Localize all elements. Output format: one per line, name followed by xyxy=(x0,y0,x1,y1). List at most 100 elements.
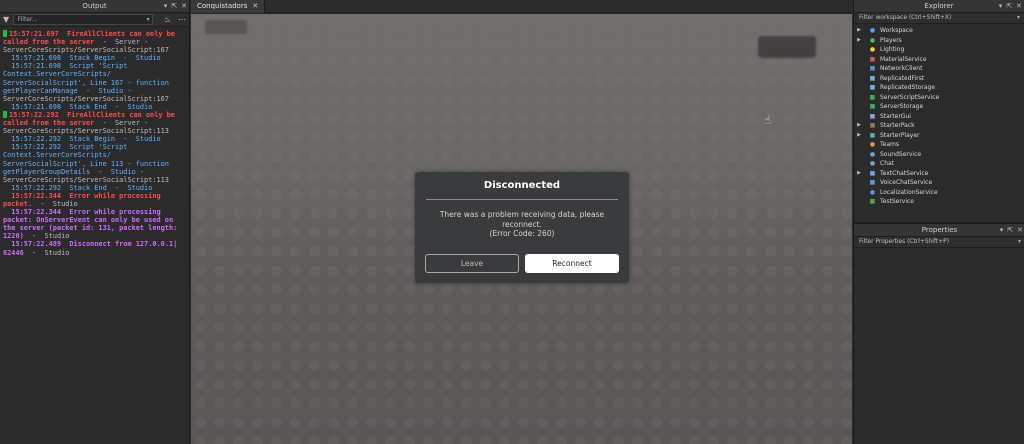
log-source: - Studio xyxy=(32,199,78,208)
explorer-item-textchatservice[interactable]: ▶ ■ TextChatService xyxy=(854,169,1024,179)
explorer-item-teams[interactable]: ● Teams xyxy=(854,140,1024,150)
expand-arrow-icon[interactable]: ▶ xyxy=(854,121,864,131)
log-text: packet. xyxy=(3,199,33,208)
dropdown-icon[interactable]: ▾ xyxy=(164,0,168,12)
explorer-item-replicatedfirst[interactable]: ■ ReplicatedFirst xyxy=(854,74,1024,84)
pin-icon[interactable]: ⇱ xyxy=(1007,224,1013,236)
explorer-filter-input[interactable]: Filter workspace (Ctrl+Shift+X) ▾ xyxy=(854,13,1024,24)
log-text: ServerSocialScript', Line 113 - function xyxy=(3,159,169,168)
explorer-item-label: StarterPlayer xyxy=(880,131,920,139)
explorer-item-serverstorage[interactable]: ■ ServerStorage xyxy=(854,102,1024,112)
studio-window: Output ▾ ⇱ ✕ ▼ Filter... ▾ ♨ ⋯ 15:57:21.… xyxy=(0,0,1024,444)
disconnected-dialog: Disconnected There was a problem receivi… xyxy=(415,172,629,283)
dialog-divider xyxy=(426,199,618,200)
expand-arrow-icon[interactable]: ▶ xyxy=(854,36,864,46)
output-filter-input[interactable]: Filter... ▾ xyxy=(12,14,153,25)
chevron-down-icon[interactable]: ▾ xyxy=(1018,237,1021,248)
explorer-item-label: MaterialService xyxy=(880,55,927,63)
log-source: - Studio xyxy=(23,232,70,241)
explorer-item-label: ServerScriptService xyxy=(880,93,940,101)
properties-panel: Properties ▾ ⇱ ✕ Filter Properties (Ctrl… xyxy=(854,222,1024,444)
explorer-item-chat[interactable]: ● Chat xyxy=(854,159,1024,169)
game-viewport[interactable]: ☝ Disconnected There was a problem recei… xyxy=(191,14,852,444)
dialog-error-code: (Error Code: 260) xyxy=(489,229,555,239)
players-icon: ● xyxy=(869,36,876,44)
expand-arrow-icon[interactable]: ▶ xyxy=(854,26,864,36)
tab-conquistadors[interactable]: Conquistadors ✕ xyxy=(191,0,266,13)
dialog-title: Disconnected xyxy=(483,180,561,191)
explorer-item-startergui[interactable]: ■ StarterGui xyxy=(854,112,1024,122)
filter-icon[interactable]: ▼ xyxy=(3,15,10,24)
log-line: called from the server - Server - xyxy=(3,38,189,46)
dropdown-icon[interactable]: ▾ xyxy=(999,0,1003,12)
explorer-item-testservice[interactable]: ■ TestService xyxy=(854,197,1024,207)
close-icon[interactable]: ✕ xyxy=(1016,0,1022,12)
log-source: - Studio xyxy=(23,248,70,257)
lighting-icon: ● xyxy=(869,46,876,54)
explorer-item-label: Players xyxy=(880,36,902,44)
output-panel: Output ▾ ⇱ ✕ ▼ Filter... ▾ ♨ ⋯ 15:57:21.… xyxy=(0,0,190,444)
log-line: 62446 - Studio xyxy=(3,249,189,257)
voicechatservice-icon: ■ xyxy=(869,179,876,187)
explorer-item-voicechatservice[interactable]: ■ VoiceChatService xyxy=(854,178,1024,188)
log-text: 15:57:22.489 Disconnect from 127.0.0.1| xyxy=(3,240,178,249)
log-line: ServerSocialScript', Line 167 - function xyxy=(3,79,189,87)
properties-header: Properties ▾ ⇱ ✕ xyxy=(854,224,1024,237)
textchatservice-icon: ■ xyxy=(869,169,876,177)
explorer-item-lighting[interactable]: ● Lighting xyxy=(854,45,1024,55)
explorer-item-networkclient[interactable]: ■ NetworkClient xyxy=(854,64,1024,74)
explorer-item-label: VoiceChatService xyxy=(880,179,933,186)
dialog-buttons: Leave Reconnect xyxy=(425,254,619,273)
log-line: getPlayerGroupDetails - Studio - xyxy=(3,168,189,176)
leave-button[interactable]: Leave xyxy=(425,254,519,273)
startergui-icon: ■ xyxy=(869,112,876,120)
explorer-item-localizationservice[interactable]: ● LocalizationService xyxy=(854,188,1024,198)
dropdown-icon[interactable]: ▾ xyxy=(1000,224,1004,236)
chevron-down-icon[interactable]: ▾ xyxy=(147,15,150,24)
pin-icon[interactable]: ⇱ xyxy=(1006,0,1012,12)
explorer-item-serverscriptservice[interactable]: ■ ServerScriptService xyxy=(854,93,1024,103)
log-line: 1220) - Studio xyxy=(3,232,189,240)
explorer-item-players[interactable]: ▶ ● Players xyxy=(854,36,1024,46)
log-line: packet. - Studio xyxy=(3,200,189,208)
reconnect-button[interactable]: Reconnect xyxy=(525,254,619,273)
explorer-item-workspace[interactable]: ▶ ● Workspace xyxy=(854,26,1024,36)
log-line: 15:57:22.489 Disconnect from 127.0.0.1| xyxy=(3,240,189,248)
log-line: 15:57:21.697 FireAllClients can only be xyxy=(3,30,189,38)
pin-icon[interactable]: ⇱ xyxy=(171,0,177,12)
explorer-item-starterpack[interactable]: ▶ ■ StarterPack xyxy=(854,121,1024,131)
log-line: ServerCoreScripts/ServerSocialScript:167 xyxy=(3,95,189,103)
log-text: 15:57:22.292 Stack End - Studio xyxy=(3,183,153,192)
log-line: 15:57:21.698 Stack Begin - Studio xyxy=(3,54,189,62)
explorer-item-starterplayer[interactable]: ▶ ■ StarterPlayer xyxy=(854,131,1024,141)
log-line: 15:57:22.292 Stack End - Studio xyxy=(3,184,189,192)
explorer-item-soundservice[interactable]: ● SoundService xyxy=(854,150,1024,160)
tab-bar: Conquistadors ✕ xyxy=(191,0,852,13)
explorer-item-replicatedstorage[interactable]: ■ ReplicatedStorage xyxy=(854,83,1024,93)
log-text: 1220) xyxy=(3,232,24,241)
expand-arrow-icon[interactable]: ▶ xyxy=(854,169,864,179)
replicatedfirst-icon: ■ xyxy=(869,74,876,82)
output-log[interactable]: 15:57:21.697 FireAllClients can only be c… xyxy=(0,27,189,257)
log-text: ServerCoreScripts/ServerSocialScript:113 xyxy=(3,175,169,184)
close-tab-icon[interactable]: ✕ xyxy=(252,0,258,13)
error-marker-icon xyxy=(3,30,7,37)
mouse-cursor-icon: ☝ xyxy=(764,113,772,127)
properties-title: Properties xyxy=(921,226,958,234)
clear-output-icon[interactable]: ♨ xyxy=(164,15,171,25)
properties-filter-input[interactable]: Filter Properties (Ctrl+Shift+P) ▾ xyxy=(854,237,1024,248)
more-icon[interactable]: ⋯ xyxy=(178,15,186,25)
explorer-item-label: NetworkClient xyxy=(880,65,923,72)
testservice-icon: ■ xyxy=(869,198,876,206)
log-line: ServerCoreScripts/ServerSocialScript:167 xyxy=(3,46,189,54)
expand-arrow-icon[interactable]: ▶ xyxy=(854,131,864,141)
explorer-item-materialservice[interactable]: ■ MaterialService xyxy=(854,55,1024,65)
explorer-item-label: ReplicatedStorage xyxy=(880,84,936,91)
chevron-down-icon[interactable]: ▾ xyxy=(1017,13,1020,24)
close-icon[interactable]: ✕ xyxy=(181,0,187,12)
explorer-item-label: Lighting xyxy=(880,46,905,53)
properties-filter-placeholder: Filter Properties (Ctrl+Shift+P) xyxy=(859,239,949,245)
close-icon[interactable]: ✕ xyxy=(1017,224,1023,236)
log-text: the server (packet id: 131, packet lengt… xyxy=(3,224,178,233)
explorer-item-label: Chat xyxy=(880,160,895,167)
